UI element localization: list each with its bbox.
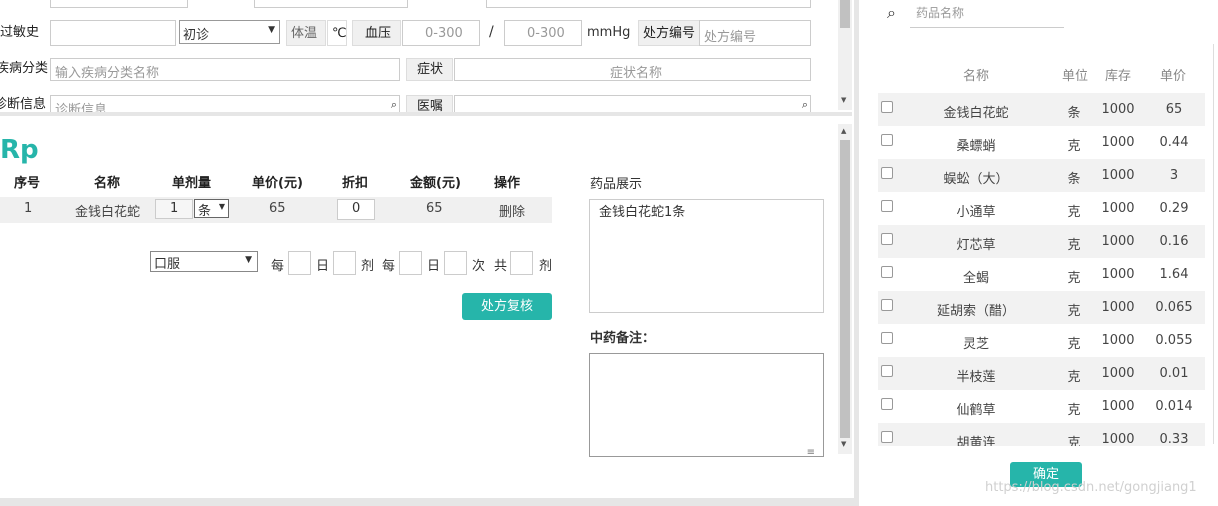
drug-unit: 克: [1067, 370, 1081, 385]
drug-name: 桑螵蛸: [956, 139, 996, 154]
row-checkbox[interactable]: [881, 134, 893, 146]
drug-name: 延胡索（醋）: [936, 304, 1015, 319]
drug-stock: 1000: [1101, 399, 1135, 414]
drug-unit: 克: [1067, 205, 1081, 220]
drug-stock: 1000: [1101, 135, 1135, 150]
drug-price: 1.64: [1159, 267, 1189, 282]
drug-stock: 1000: [1101, 267, 1135, 282]
resize-handle-icon[interactable]: ≡: [807, 447, 815, 458]
drug-name: 全蝎: [962, 271, 989, 286]
drug-unit: 克: [1067, 139, 1081, 154]
drug-stock: 1000: [1101, 168, 1135, 183]
row-checkbox[interactable]: [881, 332, 893, 344]
table-row[interactable]: 灵芝 克 1000 0.055: [878, 324, 1205, 357]
row-checkbox[interactable]: [881, 266, 893, 278]
table-row[interactable]: 全蝎 克 1000 1.64: [878, 258, 1205, 291]
drug-unit: 条: [1067, 106, 1081, 121]
drug-price: 3: [1169, 168, 1179, 183]
row-checkbox[interactable]: [881, 167, 893, 179]
row-checkbox[interactable]: [881, 200, 893, 212]
drug-stock: 1000: [1101, 300, 1135, 315]
drug-price: 0.44: [1159, 135, 1189, 150]
bottom-border: [0, 498, 854, 506]
drug-price: 0.065: [1155, 300, 1193, 315]
drug-name: 胡黄连: [956, 436, 996, 446]
drug-price: 0.16: [1159, 234, 1189, 249]
drug-stock: 1000: [1101, 201, 1135, 216]
drug-name: 小通草: [956, 205, 996, 220]
table-row[interactable]: 小通草 克 1000 0.29: [878, 192, 1205, 225]
drug-unit: 条: [1067, 172, 1081, 187]
drug-unit: 克: [1067, 271, 1081, 286]
drug-name: 仙鹤草: [956, 403, 996, 418]
table-row[interactable]: 仙鹤草 克 1000 0.014: [878, 390, 1205, 423]
row-checkbox[interactable]: [881, 431, 893, 443]
table-row[interactable]: 灯芯草 克 1000 0.16: [878, 225, 1205, 258]
drug-name: 灵芝: [962, 337, 989, 352]
row-checkbox[interactable]: [881, 365, 893, 377]
drug-name: 灯芯草: [956, 238, 996, 253]
table-row[interactable]: 蜈蚣（大） 条 1000 3: [878, 159, 1205, 192]
drug-unit: 克: [1067, 238, 1081, 253]
drug-unit: 克: [1067, 403, 1081, 418]
drug-price: 0.33: [1159, 432, 1189, 446]
row-checkbox[interactable]: [881, 398, 893, 410]
table-row[interactable]: 金钱白花蛇 条 1000 65: [878, 93, 1205, 126]
table-row[interactable]: 延胡索（醋） 克 1000 0.065: [878, 291, 1205, 324]
drug-price: 0.29: [1159, 201, 1189, 216]
table-row[interactable]: 桑螵蛸 克 1000 0.44: [878, 126, 1205, 159]
watermark: https://blog.csdn.net/gongjiang1: [985, 480, 1197, 495]
row-checkbox[interactable]: [881, 233, 893, 245]
drug-name: 半枝莲: [956, 370, 996, 385]
drug-stock: 1000: [1101, 366, 1135, 381]
drug-unit: 克: [1067, 436, 1081, 446]
drug-name: 蜈蚣（大）: [943, 172, 1009, 187]
drug-stock: 1000: [1101, 234, 1135, 249]
drug-unit: 克: [1067, 337, 1081, 352]
drug-list: 金钱白花蛇条 1000 65 桑螵蛸克 1000 0.44 蜈蚣（大）条 1000 3 小通草克 1…: [0, 0, 1218, 446]
drug-price: 0.014: [1155, 399, 1193, 414]
table-row[interactable]: 半枝莲 克 1000 0.01: [878, 357, 1205, 390]
drug-price: 0.01: [1159, 366, 1189, 381]
row-checkbox[interactable]: [881, 101, 893, 113]
drug-stock: 1000: [1101, 102, 1135, 117]
row-checkbox[interactable]: [881, 299, 893, 311]
drug-price: 65: [1165, 102, 1183, 117]
drug-stock: 1000: [1101, 333, 1135, 348]
drug-unit: 克: [1067, 304, 1081, 319]
table-row[interactable]: 胡黄连 克 1000 0.33: [878, 423, 1205, 446]
drug-stock: 1000: [1101, 432, 1135, 446]
drug-name: 金钱白花蛇: [943, 106, 1009, 121]
drug-price: 0.055: [1155, 333, 1193, 348]
